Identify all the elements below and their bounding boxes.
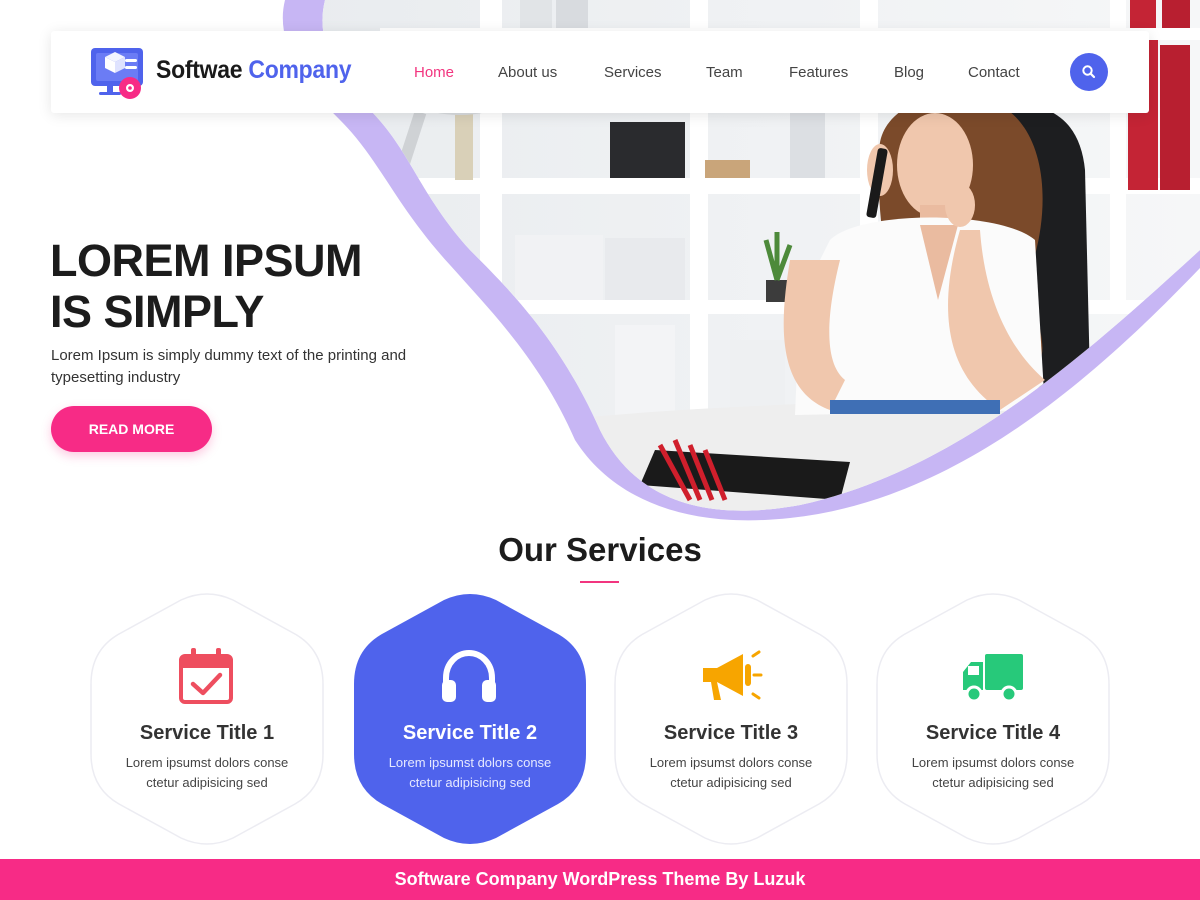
services-heading: Our Services <box>498 531 702 568</box>
megaphone-icon <box>703 650 763 700</box>
service-card-2-bg <box>354 594 586 844</box>
service-title-4: Service Title 4 <box>925 722 1061 744</box>
hero-description: Lorem Ipsum is simply dummy text of the … <box>51 347 407 386</box>
service-desc-4: Lorem ipsumst dolors conse ctetur adipis… <box>911 755 1075 790</box>
nav-home[interactable]: Home <box>414 64 454 81</box>
site-header: Softwae Company Home About us Services T… <box>51 31 1149 113</box>
main-nav: Home About us Services Team Features Blo… <box>51 31 1149 113</box>
truck-icon <box>963 654 1023 703</box>
nav-about-us[interactable]: About us <box>498 64 557 81</box>
read-more-button[interactable]: READ MORE <box>51 406 212 452</box>
nav-team[interactable]: Team <box>706 64 743 81</box>
heading-underline <box>580 581 619 583</box>
hero-title-line1: LOREM IPSUM <box>50 235 363 286</box>
hero-title: LOREM IPSUM IS SIMPLY <box>50 235 470 337</box>
footer-credit[interactable]: Software Company WordPress Theme By Luzu… <box>395 869 806 889</box>
search-button[interactable] <box>1070 53 1108 91</box>
service-title-2: Service Title 2 <box>402 722 538 744</box>
service-card-3[interactable]: Service Title 3 Lorem ipsumst dolors con… <box>613 593 849 845</box>
service-card-4-bg <box>876 593 1110 845</box>
calendar-check-icon <box>179 648 233 704</box>
nav-services[interactable]: Services <box>604 64 662 81</box>
service-title-3: Service Title 3 <box>663 722 799 744</box>
headphones-icon <box>442 649 496 702</box>
hero-title-line2: IS SIMPLY <box>50 286 264 337</box>
service-title-1: Service Title 1 <box>139 722 275 744</box>
nav-features[interactable]: Features <box>789 64 848 81</box>
service-card-3-bg <box>614 593 848 845</box>
service-card-1-bg <box>90 593 324 845</box>
service-card-1[interactable]: Service Title 1 Lorem ipsumst dolors con… <box>89 593 325 845</box>
service-desc-2: Lorem ipsumst dolors conse ctetur adipis… <box>388 755 552 790</box>
service-desc-1: Lorem ipsumst dolors conse ctetur adipis… <box>125 755 289 790</box>
nav-contact[interactable]: Contact <box>968 64 1020 81</box>
nav-blog[interactable]: Blog <box>894 64 924 81</box>
search-icon <box>1082 65 1096 79</box>
service-card-4[interactable]: Service Title 4 Lorem ipsumst dolors con… <box>875 593 1111 845</box>
service-desc-3: Lorem ipsumst dolors conse ctetur adipis… <box>649 755 813 790</box>
footer-bar: Software Company WordPress Theme By Luzu… <box>0 859 1200 900</box>
service-card-2[interactable]: Service Title 2 Lorem ipsumst dolors con… <box>352 594 588 844</box>
